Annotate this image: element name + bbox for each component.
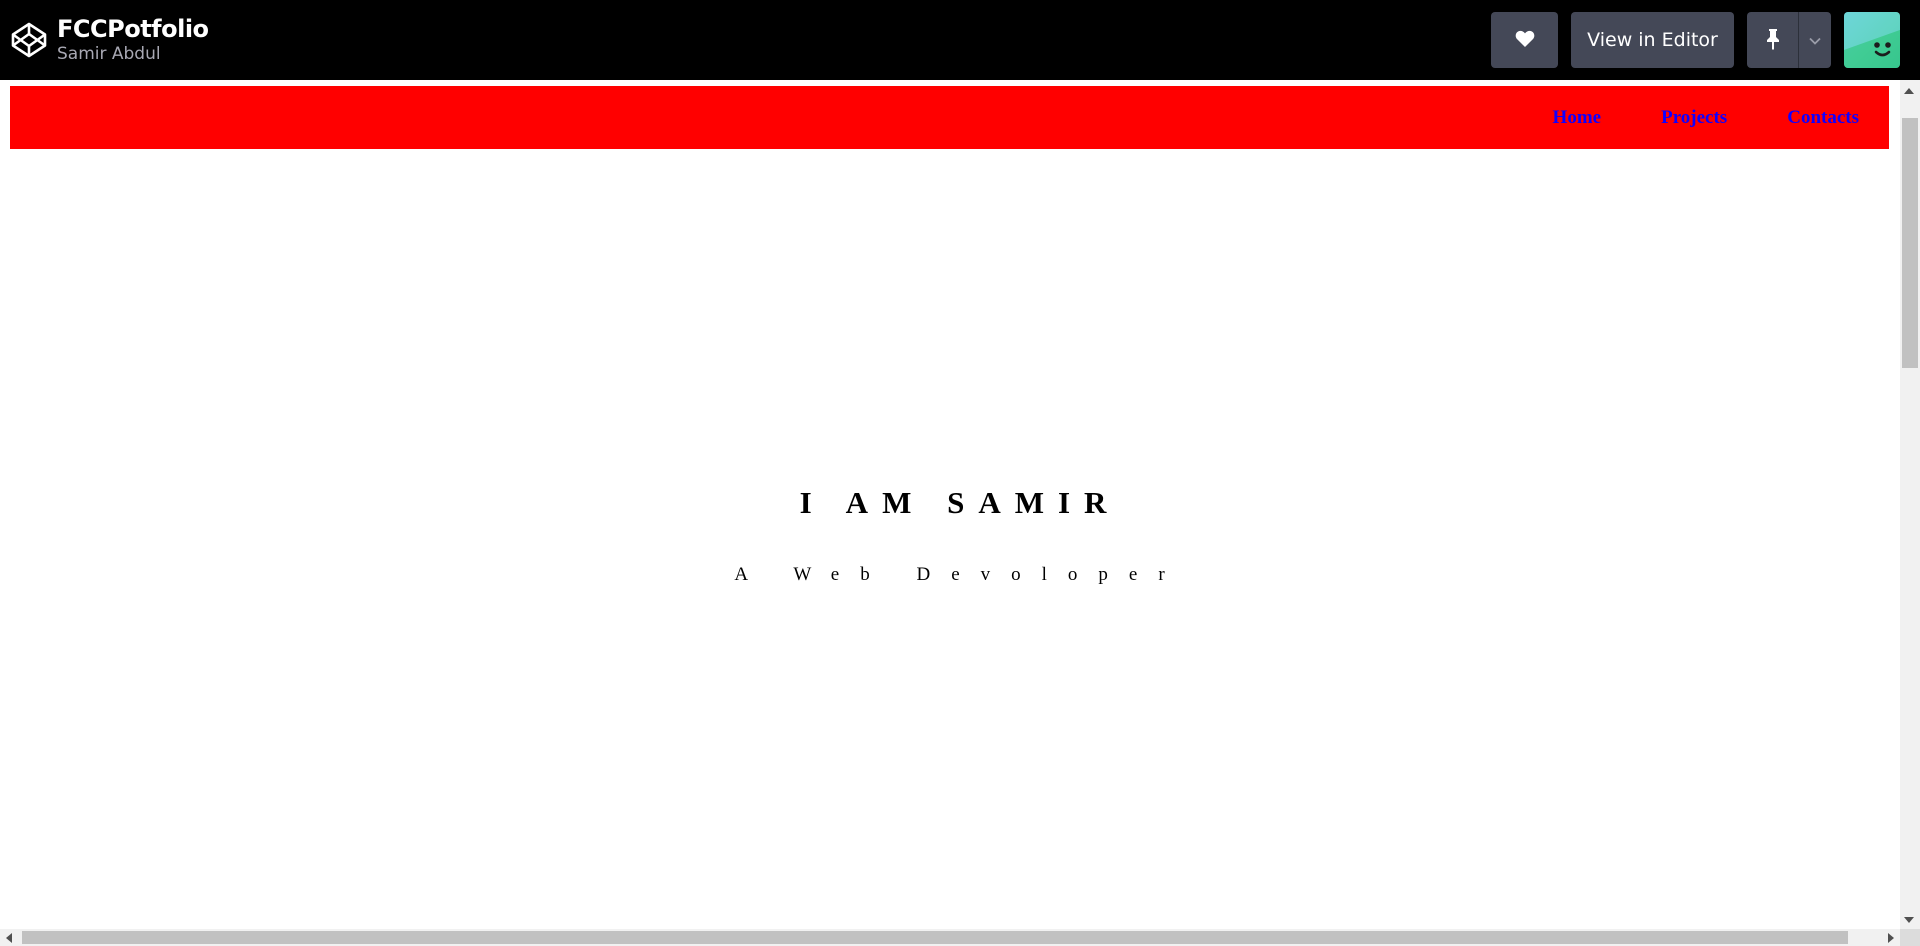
hero-subtitle: A Web Devoloper — [734, 564, 1186, 585]
heart-icon — [1515, 30, 1535, 51]
pin-button[interactable] — [1747, 12, 1798, 68]
pen-author[interactable]: Samir Abdul — [57, 43, 209, 65]
horizontal-scrollbar[interactable] — [0, 929, 1900, 946]
pen-info: FCCPotfolio Samir Abdul — [57, 15, 209, 65]
pen-preview: Home Projects Contacts I AM SAMIR A Web … — [0, 80, 1920, 946]
scrollbar-corner — [1900, 929, 1920, 946]
hero-title: I AM SAMIR — [799, 485, 1121, 520]
pin-icon — [1765, 28, 1781, 53]
pen-title[interactable]: FCCPotfolio — [57, 15, 209, 43]
nav-link-contacts[interactable]: Contacts — [1787, 107, 1859, 129]
codepen-header: FCCPotfolio Samir Abdul View in Editor — [0, 0, 1920, 80]
scroll-right-arrow-icon[interactable] — [1888, 933, 1894, 943]
scroll-down-arrow-icon[interactable] — [1904, 917, 1914, 923]
vertical-scroll-thumb[interactable] — [1902, 118, 1918, 368]
codepen-logo-icon[interactable] — [10, 21, 48, 59]
user-avatar[interactable] — [1844, 12, 1900, 68]
pin-button-group — [1747, 12, 1831, 68]
scroll-up-arrow-icon[interactable] — [1904, 88, 1914, 94]
view-in-editor-button[interactable]: View in Editor — [1571, 12, 1734, 68]
nav-link-home[interactable]: Home — [1553, 107, 1602, 129]
horizontal-scroll-thumb[interactable] — [22, 931, 1848, 944]
pin-dropdown-button[interactable] — [1798, 12, 1831, 68]
nav-link-projects[interactable]: Projects — [1661, 107, 1727, 129]
vertical-scrollbar[interactable] — [1900, 80, 1920, 929]
chevron-down-icon — [1809, 33, 1821, 48]
scroll-left-arrow-icon[interactable] — [6, 933, 12, 943]
like-button[interactable] — [1491, 12, 1558, 68]
header-actions: View in Editor — [1491, 12, 1900, 68]
site-navbar: Home Projects Contacts — [10, 86, 1889, 149]
